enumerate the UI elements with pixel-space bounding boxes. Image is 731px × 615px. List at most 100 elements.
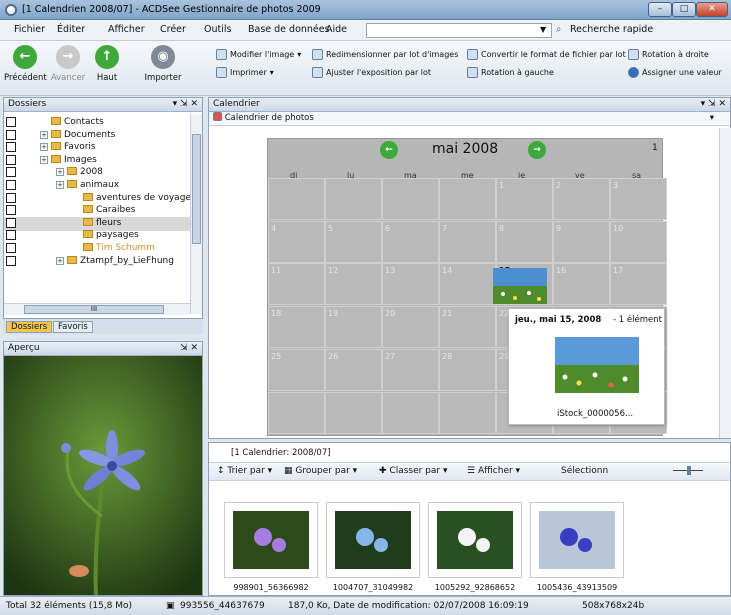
menu-aide[interactable]: Aide <box>326 24 347 35</box>
folders-hscrollbar[interactable]: III <box>4 303 190 315</box>
calendar-type-selector[interactable]: Calendrier de photos ▾ <box>209 112 730 126</box>
calendar-day-cell[interactable]: 21 <box>439 306 496 349</box>
folder-checkbox[interactable] <box>6 230 16 241</box>
folders-scrollbar[interactable] <box>190 114 202 314</box>
sort-by-button[interactable]: ↕ Trier par ▾ <box>217 466 272 476</box>
calendar-scrollbar[interactable] <box>719 128 731 438</box>
batch-exposure-button[interactable]: Ajuster l'exposition par lot <box>312 67 431 78</box>
calendar-day-cell[interactable]: 19 <box>325 306 382 349</box>
folder-label: Documents <box>64 129 116 140</box>
quick-search-label[interactable]: Recherche rapide <box>570 24 653 35</box>
folder-checkbox[interactable] <box>6 243 16 253</box>
folder-checkbox[interactable] <box>6 205 16 216</box>
close-button[interactable]: ✕ <box>696 2 728 17</box>
calendar-day-cell[interactable]: 1 <box>496 178 553 220</box>
modify-image-button[interactable]: Modifier l'image ▾ <box>216 49 301 60</box>
display-button[interactable]: ☰ Afficher ▾ <box>467 466 520 476</box>
minimize-button[interactable]: – <box>648 2 672 17</box>
expand-icon[interactable]: + <box>56 256 64 265</box>
calendar-day-cell[interactable]: 2 <box>553 178 610 220</box>
folder-checkbox[interactable] <box>6 117 16 127</box>
calendar-day-cell[interactable] <box>268 391 325 434</box>
classify-by-button[interactable]: ✚ Classer par ▾ <box>379 466 448 476</box>
expand-icon[interactable]: + <box>40 143 48 152</box>
hscroll-thumb[interactable]: III <box>24 305 164 314</box>
scroll-thumb[interactable] <box>192 134 201 244</box>
calendar-day-cell[interactable]: 27 <box>382 348 439 391</box>
tab-dossiers[interactable]: Dossiers <box>6 321 53 333</box>
calendar-day-cell[interactable] <box>382 178 439 220</box>
quick-search-input[interactable] <box>366 23 552 38</box>
calendar-day-cell[interactable]: 20 <box>382 306 439 349</box>
selection-button[interactable]: Sélectionn <box>561 466 608 476</box>
thumbnail[interactable] <box>428 502 522 578</box>
chevron-down-icon[interactable]: ▼ <box>540 25 546 34</box>
batch-resize-button[interactable]: Redimensionner par lot d'images <box>312 49 458 60</box>
menu-fichier[interactable]: Fichier <box>14 24 45 35</box>
calendar-day-cell[interactable]: 6 <box>382 220 439 263</box>
print-button[interactable]: Imprimer ▾ <box>216 67 274 78</box>
folder-checkbox[interactable] <box>6 180 16 190</box>
menu-creer[interactable]: Créer <box>160 24 186 35</box>
maximize-button[interactable]: □ <box>672 2 696 17</box>
may15-thumbnail[interactable] <box>493 268 547 304</box>
calendar-day-cell[interactable] <box>439 178 496 220</box>
thumbnail[interactable] <box>530 502 624 578</box>
calendar-day-cell[interactable]: 7 <box>439 220 496 263</box>
calendar-day-cell[interactable]: 28 <box>439 348 496 391</box>
calendar-day-cell[interactable] <box>268 178 325 220</box>
day-number: 4 <box>271 223 277 233</box>
calendar-day-cell[interactable] <box>325 391 382 434</box>
calendar-day-cell[interactable]: 10 <box>610 220 667 263</box>
expand-icon[interactable]: + <box>56 168 64 177</box>
calendar-day-cell[interactable] <box>325 178 382 220</box>
calendar-day-cell[interactable]: 26 <box>325 348 382 391</box>
rotate-right-button[interactable]: Rotation à droite <box>628 49 709 60</box>
folder-checkbox[interactable] <box>6 255 16 266</box>
group-by-button[interactable]: ▦ Grouper par ▾ <box>284 466 357 476</box>
import-button[interactable]: ◉ Importer <box>138 45 188 83</box>
batch-convert-button[interactable]: Convertir le format de fichier par lot <box>467 49 626 60</box>
calendar-day-cell[interactable]: 13 <box>382 263 439 306</box>
back-button[interactable]: ← Précédent <box>4 45 47 83</box>
calendar-day-cell[interactable]: 18 <box>268 306 325 349</box>
calendar-day-cell[interactable]: 16 <box>553 263 610 306</box>
assign-value-button[interactable]: Assigner une valeur <box>628 67 722 78</box>
menu-afficher[interactable]: Afficher <box>108 24 145 35</box>
calendar-day-cell[interactable]: 12 <box>325 263 382 306</box>
calendar-day-cell[interactable]: 3 <box>610 178 667 220</box>
calendar-day-cell[interactable]: 14 <box>439 263 496 306</box>
folder-checkbox[interactable] <box>6 192 16 203</box>
calendar-day-cell[interactable]: 4 <box>268 220 325 263</box>
folder-checkbox[interactable] <box>6 142 16 153</box>
next-month-button[interactable]: → <box>528 141 546 159</box>
tab-favoris[interactable]: Favoris <box>53 321 93 333</box>
calendar-day-cell[interactable]: 17 <box>610 263 667 306</box>
calendar-day-cell[interactable] <box>382 391 439 434</box>
calendar-day-cell[interactable]: 5 <box>325 220 382 263</box>
calendar-day-cell[interactable]: 8 <box>496 220 553 263</box>
menu-outils[interactable]: Outils <box>204 24 231 35</box>
thumbnail[interactable] <box>326 502 420 578</box>
thumbnail[interactable] <box>224 502 318 578</box>
folder-checkbox[interactable] <box>6 167 16 178</box>
calendar-day-cell[interactable]: 11 <box>268 263 325 306</box>
expand-icon[interactable]: + <box>40 155 48 164</box>
prev-month-button[interactable]: ← <box>380 141 398 159</box>
expand-icon[interactable]: + <box>40 130 48 139</box>
calendar-day-cell[interactable]: 9 <box>553 220 610 263</box>
up-button[interactable]: ↑ Haut <box>90 45 124 83</box>
rotate-left-button[interactable]: Rotation à gauche <box>467 67 554 78</box>
forward-button[interactable]: → Avancer <box>48 45 88 83</box>
folder-checkbox[interactable] <box>6 154 16 165</box>
menu-base-de-donnees[interactable]: Base de données <box>248 24 330 35</box>
calendar-day-cell[interactable] <box>439 391 496 434</box>
calendar-day-cell[interactable]: 25 <box>268 348 325 391</box>
folder-checkbox[interactable] <box>6 217 16 228</box>
expand-icon[interactable]: + <box>56 181 64 189</box>
zoom-slider[interactable] <box>661 466 715 476</box>
menu-editer[interactable]: Éditer <box>57 24 85 35</box>
folder-checkbox[interactable] <box>6 129 16 140</box>
popup-image[interactable] <box>555 337 639 393</box>
folder-item[interactable]: + Ztampf_by_LieFhung <box>4 255 190 269</box>
